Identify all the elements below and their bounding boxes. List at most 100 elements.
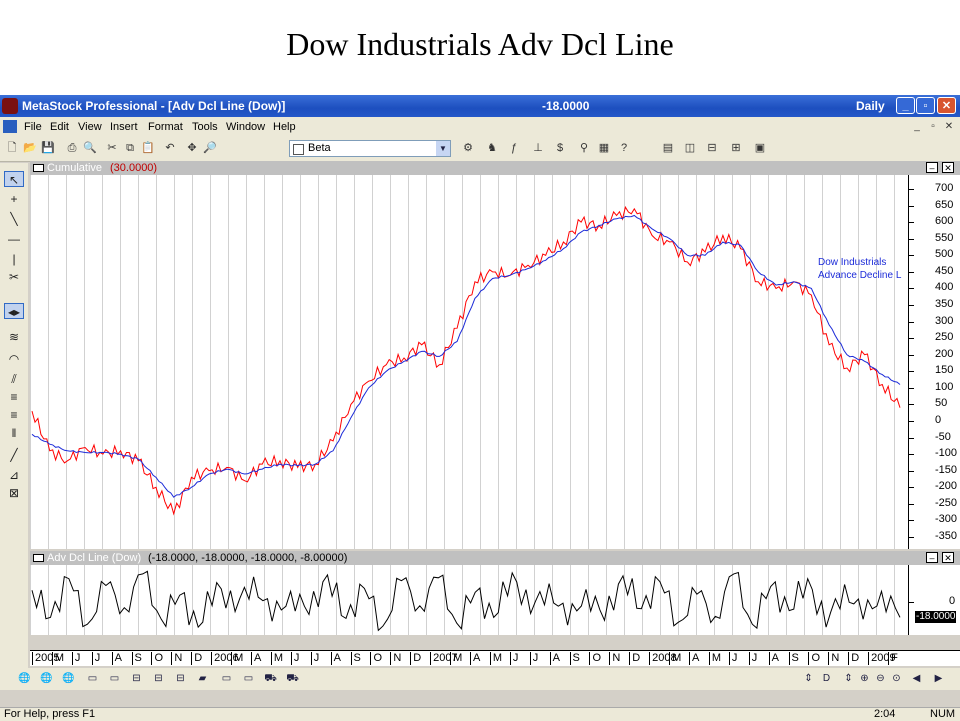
car-icon-1[interactable]: ⛟ (262, 671, 279, 686)
pattern-icon[interactable]: ⊠ (4, 485, 24, 501)
menu-insert[interactable]: Insert (110, 121, 138, 133)
upper-pane-label: Cumulative (47, 162, 103, 174)
menu-file[interactable]: File (24, 121, 42, 133)
menu-window[interactable]: Window (226, 121, 265, 133)
minimize-button[interactable]: _ (896, 97, 915, 114)
chart-window-icon-6[interactable]: ▰ (194, 671, 211, 686)
y-tick-label: 350 (935, 298, 954, 310)
cascade-icon[interactable]: ▤ (660, 141, 676, 156)
y-tick-mark (909, 288, 914, 290)
tile-grid-icon[interactable]: ⊞ (728, 141, 744, 156)
fibonacci-r-icon[interactable]: ≡ (4, 407, 24, 423)
horizontal-line-icon[interactable]: — (4, 231, 24, 247)
menu-edit[interactable]: Edit (50, 121, 69, 133)
indicator-select[interactable]: Beta ▼ (289, 140, 451, 157)
dollar-icon[interactable]: $ (552, 141, 568, 156)
explorer-icon[interactable]: ♞ (484, 141, 500, 156)
chart-window-icon-3[interactable]: ⊟ (128, 671, 145, 686)
status-num: NUM (930, 708, 956, 720)
chart-window-icon-8[interactable]: ▭ (240, 671, 257, 686)
lower-chart-area[interactable] (30, 565, 908, 635)
vertical-line-icon[interactable]: | (4, 251, 24, 267)
chart-window-icon-4[interactable]: ⊟ (150, 671, 167, 686)
cross-tool-icon[interactable]: + (4, 191, 24, 207)
fibonacci-p-icon[interactable]: ≡ (4, 389, 24, 405)
undo-icon[interactable]: ↶ (162, 141, 178, 156)
help-pointer-icon[interactable]: ? (616, 141, 632, 156)
arcs-icon[interactable]: ◠ (4, 351, 24, 367)
upper-pane-minimize-icon[interactable]: – (926, 162, 938, 173)
globe-icon-2[interactable]: 🌐 (38, 671, 55, 686)
y-tick-label: 550 (935, 231, 954, 244)
y-tick-mark (909, 338, 914, 340)
child-restore-icon[interactable]: ▫ (926, 120, 940, 133)
x-tick-label: M (51, 652, 64, 665)
y-tick-mark (909, 354, 914, 356)
system-tester-icon[interactable]: ⊥ (530, 141, 546, 156)
data-window-icon[interactable]: ▦ (596, 141, 612, 156)
cut-icon[interactable]: ✂ (104, 141, 120, 156)
chart-window-icon-1[interactable]: ▭ (84, 671, 101, 686)
child-minimize-icon[interactable]: _ (910, 120, 924, 133)
layout-icon[interactable]: ▣ (752, 141, 768, 156)
child-close-icon[interactable]: ✕ (942, 120, 956, 133)
lower-pane-minimize-icon[interactable]: – (926, 552, 938, 563)
zoom-out-icon[interactable]: ⊖ (872, 671, 889, 686)
x-tick-label: J (290, 652, 299, 665)
vertical-resize-icon[interactable]: ⇕ (840, 671, 857, 686)
globe-icon-1[interactable]: 🌐 (16, 671, 33, 686)
copy-icon[interactable]: ⧉ (122, 141, 138, 156)
daily-period-icon[interactable]: D (818, 671, 835, 686)
cycle-lines-icon[interactable]: ‖ (4, 425, 24, 441)
save-icon[interactable]: 💾 (40, 141, 56, 156)
menu-help[interactable]: Help (273, 121, 296, 133)
print-preview-icon[interactable]: 🔍 (82, 141, 98, 156)
menu-view[interactable]: View (78, 121, 102, 133)
upper-pane-close-icon[interactable]: ✕ (942, 162, 954, 173)
chart-window-icon-7[interactable]: ▭ (218, 671, 235, 686)
y-tick-label: -150 (935, 463, 958, 476)
expert-icon[interactable]: ⚙ (460, 141, 476, 156)
metastock-app-icon[interactable] (2, 98, 18, 114)
close-button[interactable]: ✕ (937, 97, 956, 114)
chevron-down-icon[interactable]: ▼ (436, 141, 450, 156)
scroll-arrows-icon[interactable]: ◂▸ (4, 303, 24, 319)
print-icon[interactable]: ⎙ (64, 141, 80, 156)
upper-chart-area[interactable]: Dow Industrials Advance Decline L (30, 175, 908, 549)
tile-vertical-icon[interactable]: ◫ (682, 141, 698, 156)
chart-window-icon-2[interactable]: ▭ (106, 671, 123, 686)
fan-icon[interactable]: ⫽ (4, 371, 24, 387)
scissors-tool-icon[interactable]: ✂ (4, 269, 24, 285)
formula-icon[interactable]: ƒ (506, 141, 522, 156)
x-tick-label: O (589, 652, 601, 665)
regression-icon[interactable]: ╱ (4, 447, 24, 463)
center-icon[interactable]: ⊙ (888, 671, 905, 686)
lower-pane-header: Adv Dcl Line (Dow) (-18.0000, -18.0000, … (30, 551, 960, 565)
chart-window-icon-5[interactable]: ⊟ (172, 671, 189, 686)
document-icon[interactable] (3, 120, 17, 133)
periodicity-arrow-icon[interactable]: ⇕ (800, 671, 817, 686)
binoculars-icon[interactable]: ⚲ (576, 141, 592, 156)
zoom-icon[interactable]: 🔎 (202, 141, 218, 156)
menu-tools[interactable]: Tools (192, 121, 218, 133)
y-tick-mark (909, 305, 914, 306)
open-icon[interactable]: 📂 (22, 141, 38, 156)
current-value-flag: -18.0000 (915, 611, 957, 623)
gann-fan-icon[interactable]: ⊿ (4, 467, 24, 483)
lower-pane-close-icon[interactable]: ✕ (942, 552, 954, 563)
trendline-icon[interactable]: ╲ (4, 211, 24, 227)
car-icon-2[interactable]: ⛟ (284, 671, 301, 686)
zoom-in-icon[interactable]: ⊕ (856, 671, 873, 686)
paste-icon[interactable]: 📋 (140, 141, 156, 156)
globe-icon-3[interactable]: 🌐 (60, 671, 77, 686)
maximize-button[interactable]: ▫ (916, 97, 935, 114)
drawing-toolbar: ↖ + ╲ — | ✂ ◂▸ ≋ ◠ ⫽ ≡ ≡ ‖ ╱ ⊿ ⊠ (0, 163, 28, 683)
pointer-tool-icon[interactable]: ↖ (4, 171, 24, 187)
channel-icon[interactable]: ≋ (4, 329, 24, 345)
scroll-right-icon[interactable]: ▶ (930, 671, 947, 686)
crosshair-icon[interactable]: ✥ (184, 141, 200, 156)
menu-format[interactable]: Format (148, 121, 183, 133)
new-icon[interactable]: 🗋 (4, 141, 20, 156)
tile-horizontal-icon[interactable]: ⊟ (704, 141, 720, 156)
scroll-left-icon[interactable]: ◀ (908, 671, 925, 686)
